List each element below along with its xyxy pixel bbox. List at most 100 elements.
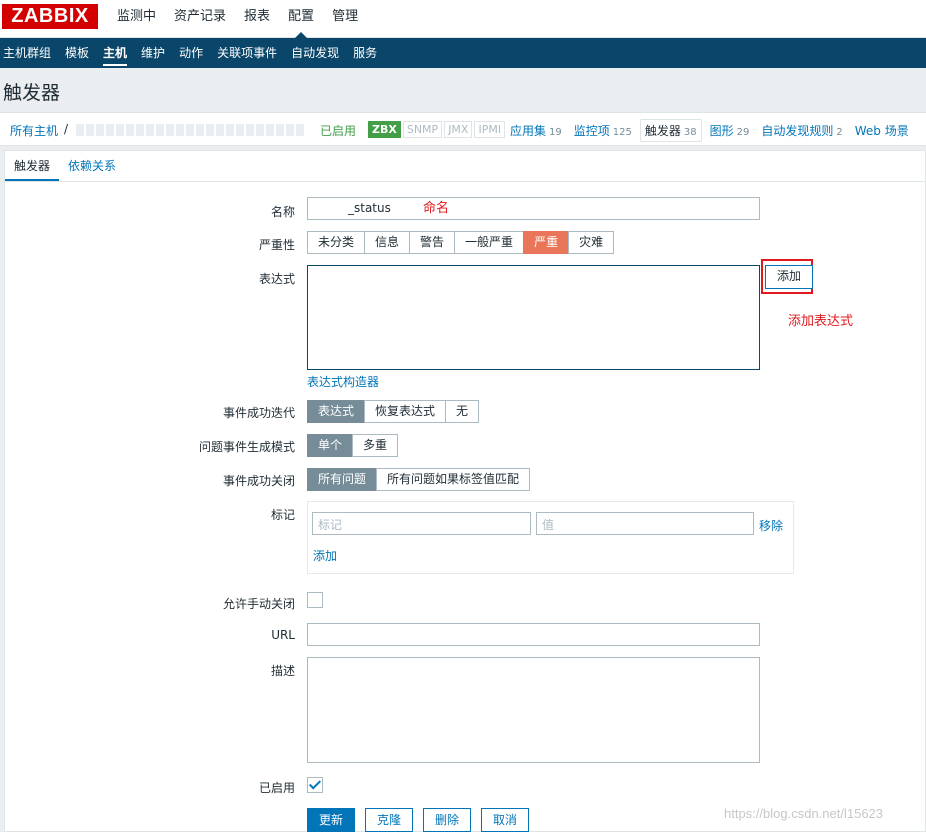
form-tabs: 触发器 依赖关系 bbox=[5, 151, 925, 182]
host-link-count: 125 bbox=[612, 126, 632, 138]
tag-name-input[interactable]: 标记 bbox=[312, 512, 531, 535]
ok-event-recovery-expression[interactable]: 恢复表达式 bbox=[364, 400, 447, 423]
host-link-count: 2 bbox=[836, 126, 843, 138]
delete-button[interactable]: 删除 bbox=[423, 808, 472, 832]
severity-average[interactable]: 一般严重 bbox=[454, 231, 525, 254]
sub-nav-discovery[interactable]: 自动发现 bbox=[288, 38, 348, 68]
ok-event-none[interactable]: 无 bbox=[445, 400, 480, 423]
severity-high[interactable]: 严重 bbox=[523, 231, 570, 254]
sub-nav-correlation[interactable]: 关联项事件 bbox=[214, 38, 286, 68]
host-link-count: 19 bbox=[549, 126, 562, 138]
manual-close-checkbox[interactable] bbox=[307, 592, 323, 608]
severity-not-classified[interactable]: 未分类 bbox=[307, 231, 366, 254]
top-nav-reports[interactable]: 报表 bbox=[235, 0, 279, 38]
severity-disaster[interactable]: 灾难 bbox=[568, 231, 615, 254]
top-nav-inventory[interactable]: 资产记录 bbox=[165, 0, 235, 38]
expression-builder-link[interactable]: 表达式构造器 bbox=[307, 373, 379, 390]
host-link-label: 触发器 bbox=[644, 123, 681, 138]
host-link-discovery-rules[interactable]: 自动发现规则 2 bbox=[761, 122, 842, 139]
sub-nav-actions[interactable]: 动作 bbox=[176, 38, 212, 68]
host-status-enabled: 已启用 bbox=[320, 124, 357, 138]
tag-remove-link[interactable]: 移除 bbox=[759, 517, 783, 534]
ok-close-tag-match[interactable]: 所有问题如果标签值匹配 bbox=[376, 468, 531, 491]
host-links: 应用集 19 监控项 125 触发器 38 图形 29 自动发现规则 2 Web 场景 bbox=[510, 113, 921, 147]
trigger-form-panel: 触发器 依赖关系 名称 _status 命名 严重性 未分类 信息 警告 一般严… bbox=[4, 150, 926, 832]
badge-jmx: JMX bbox=[444, 121, 473, 138]
top-bar: ZABBIX 监测中 资产记录 报表 配置 管理 bbox=[0, 0, 926, 38]
severity-warning[interactable]: 警告 bbox=[409, 231, 456, 254]
host-link-label: 自动发现规则 bbox=[761, 123, 834, 138]
badge-zbx: ZBX bbox=[368, 121, 401, 138]
description-textarea[interactable] bbox=[307, 657, 760, 763]
zabbix-logo[interactable]: ZABBIX bbox=[2, 4, 98, 29]
breadcrumb-all-hosts[interactable]: 所有主机 bbox=[10, 122, 58, 139]
sub-nav-templates[interactable]: 模板 bbox=[62, 38, 98, 68]
problem-mode-single[interactable]: 单个 bbox=[307, 434, 354, 457]
sub-nav-hosts[interactable]: 主机 bbox=[100, 38, 136, 68]
tag-value-placeholder: 值 bbox=[542, 518, 555, 532]
ok-event-label: 事件成功迭代 bbox=[222, 406, 295, 420]
name-label: 名称 bbox=[270, 205, 295, 219]
sub-nav-services[interactable]: 服务 bbox=[350, 38, 386, 68]
ok-close-all-problems[interactable]: 所有问题 bbox=[307, 468, 378, 491]
watermark: https://blog.csdn.net/l15623 bbox=[724, 806, 884, 821]
page-title: 触发器 bbox=[3, 82, 61, 104]
cancel-button[interactable]: 取消 bbox=[481, 808, 530, 832]
description-label: 描述 bbox=[270, 664, 295, 678]
severity-information[interactable]: 信息 bbox=[364, 231, 411, 254]
problem-mode-selector: 单个 多重 bbox=[307, 434, 399, 457]
enabled-label: 已启用 bbox=[258, 781, 295, 795]
host-link-graphs[interactable]: 图形 29 bbox=[710, 122, 750, 139]
sub-nav-maintenance[interactable]: 维护 bbox=[138, 38, 174, 68]
problem-mode-label: 问题事件生成模式 bbox=[198, 440, 295, 454]
manual-close-label: 允许手动关闭 bbox=[222, 597, 295, 611]
tag-value-input[interactable]: 值 bbox=[536, 512, 754, 535]
enabled-checkbox[interactable] bbox=[307, 777, 323, 793]
url-input[interactable] bbox=[307, 623, 760, 646]
top-nav-configuration[interactable]: 配置 bbox=[279, 0, 323, 38]
clone-button[interactable]: 克隆 bbox=[365, 808, 414, 832]
ok-event-expression[interactable]: 表达式 bbox=[307, 400, 366, 423]
tab-dependencies[interactable]: 依赖关系 bbox=[59, 151, 125, 181]
name-input[interactable]: _status bbox=[307, 197, 760, 220]
name-input-value: _status bbox=[348, 201, 391, 215]
severity-label: 严重性 bbox=[258, 238, 295, 252]
expression-add-button[interactable]: 添加 bbox=[765, 265, 814, 289]
availability-badges: ZBX SNMP JMX IPMI bbox=[368, 121, 506, 138]
sub-nav: 主机群组 模板 主机 维护 动作 关联项事件 自动发现 服务 bbox=[0, 38, 926, 68]
tag-add-link[interactable]: 添加 bbox=[313, 547, 337, 564]
url-label: URL bbox=[271, 628, 295, 642]
top-nav: 监测中 资产记录 报表 配置 管理 bbox=[108, 0, 367, 38]
badge-ipmi: IPMI bbox=[474, 121, 506, 138]
host-link-triggers[interactable]: 触发器 38 bbox=[639, 118, 702, 142]
host-link-label: 图形 bbox=[709, 123, 734, 138]
tag-name-placeholder: 标记 bbox=[318, 518, 343, 532]
annotation-name-note: 命名 bbox=[423, 201, 450, 216]
update-button[interactable]: 更新 bbox=[307, 808, 356, 832]
top-nav-administration[interactable]: 管理 bbox=[323, 0, 367, 38]
host-link-label: Web 场景 bbox=[854, 123, 909, 138]
host-link-count: 38 bbox=[683, 126, 697, 138]
host-link-label: 应用集 bbox=[510, 123, 547, 138]
host-breadcrumb-bar: 所有主机 / 已启用 ZBX SNMP JMX IPMI 应用集 19 监控项 12… bbox=[0, 112, 926, 146]
severity-selector: 未分类 信息 警告 一般严重 严重 灾难 bbox=[307, 231, 615, 254]
host-link-count: 29 bbox=[736, 126, 750, 138]
ok-close-selector: 所有问题 所有问题如果标签值匹配 bbox=[307, 468, 531, 491]
annotation-expression-note: 添加表达式 bbox=[788, 314, 854, 329]
tab-trigger[interactable]: 触发器 bbox=[5, 151, 60, 181]
expression-textarea[interactable] bbox=[307, 265, 760, 370]
top-nav-monitoring[interactable]: 监测中 bbox=[108, 0, 165, 38]
host-link-applications[interactable]: 应用集 19 bbox=[510, 122, 562, 139]
breadcrumb-separator: / bbox=[64, 122, 69, 136]
host-link-items[interactable]: 监控项 125 bbox=[574, 122, 632, 139]
breadcrumb-host-name-redacted[interactable] bbox=[76, 124, 306, 136]
check-icon bbox=[308, 777, 322, 790]
ok-event-selector: 表达式 恢复表达式 无 bbox=[307, 400, 480, 423]
badge-snmp: SNMP bbox=[402, 121, 443, 138]
problem-mode-multiple[interactable]: 多重 bbox=[352, 434, 399, 457]
ok-close-label: 事件成功关闭 bbox=[222, 474, 295, 488]
sub-nav-host-groups[interactable]: 主机群组 bbox=[2, 38, 60, 68]
host-link-web-scenarios[interactable]: Web 场景 bbox=[855, 122, 909, 139]
tags-label: 标记 bbox=[270, 508, 295, 522]
host-link-label: 监控项 bbox=[573, 123, 610, 138]
